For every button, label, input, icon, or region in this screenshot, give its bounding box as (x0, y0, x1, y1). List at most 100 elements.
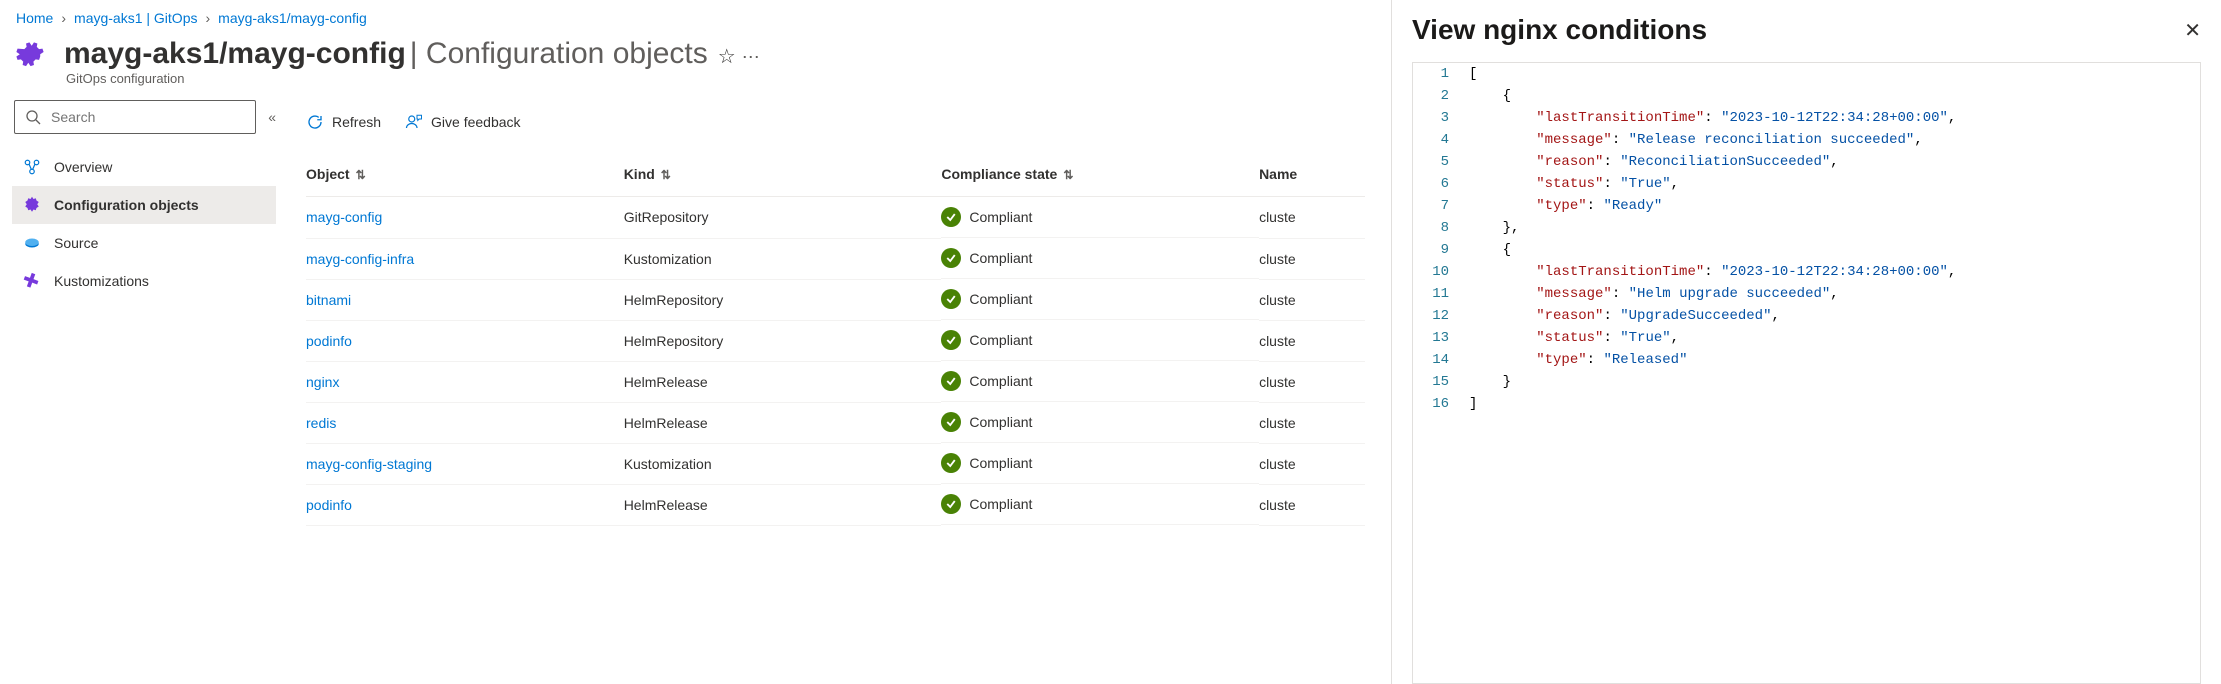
name-cell: cluste (1259, 320, 1365, 361)
line-number: 12 (1413, 305, 1461, 327)
object-link[interactable]: podinfo (306, 333, 352, 349)
give-feedback-button[interactable]: Give feedback (405, 113, 521, 131)
kind-cell: HelmRelease (624, 361, 942, 402)
kind-cell: Kustomization (624, 238, 942, 279)
line-number: 2 (1413, 85, 1461, 107)
sidebar-item-configuration-objects[interactable]: Configuration objects (12, 186, 276, 224)
line-number: 7 (1413, 195, 1461, 217)
chevron-right-icon: › (61, 10, 66, 26)
refresh-icon (306, 113, 324, 131)
compliance-cell: Compliant (941, 320, 1259, 361)
collapse-sidebar-icon[interactable]: « (268, 109, 276, 125)
sort-icon: ⇅ (1063, 168, 1073, 182)
refresh-button[interactable]: Refresh (306, 113, 381, 131)
success-check-icon (941, 494, 961, 514)
kind-cell: Kustomization (624, 443, 942, 484)
conditions-panel-title: View nginx conditions (1412, 14, 1707, 46)
sidebar-item-source[interactable]: Source (12, 224, 276, 262)
code-line: 14 "type": "Released" (1413, 349, 2200, 371)
column-header-compliance[interactable]: Compliance state⇅ (941, 152, 1259, 197)
table-row[interactable]: mayg-config-staging KustomizationComplian… (306, 443, 1365, 484)
kind-cell: GitRepository (624, 197, 942, 239)
code-line: 11 "message": "Helm upgrade succeeded", (1413, 283, 2200, 305)
config-icon (14, 36, 50, 72)
code-line: 15 } (1413, 371, 2200, 393)
object-link[interactable]: mayg-config-staging (306, 456, 432, 472)
search-icon (25, 109, 41, 125)
table-row[interactable]: bitnamiHelmRepositoryCompliantcluste (306, 279, 1365, 320)
search-input-wrapper[interactable] (14, 100, 256, 134)
table-row[interactable]: nginxHelmReleaseCompliantcluste (306, 361, 1365, 402)
page-subtitle: GitOps configuration (12, 71, 1365, 86)
chevron-right-icon: › (205, 10, 210, 26)
line-number: 4 (1413, 129, 1461, 151)
object-link[interactable]: mayg-config (306, 209, 382, 225)
sidebar-item-label: Kustomizations (54, 273, 149, 289)
success-check-icon (941, 453, 961, 473)
line-number: 11 (1413, 283, 1461, 305)
close-icon[interactable]: ✕ (2184, 18, 2201, 43)
code-line: 12 "reason": "UpgradeSucceeded", (1413, 305, 2200, 327)
line-number: 14 (1413, 349, 1461, 371)
object-link[interactable]: nginx (306, 374, 339, 390)
search-input[interactable] (49, 108, 245, 126)
name-cell: cluste (1259, 197, 1365, 239)
source-icon (22, 233, 42, 253)
table-row[interactable]: redisHelmReleaseCompliantcluste (306, 402, 1365, 443)
compliance-cell: Compliant (941, 484, 1259, 525)
column-header-object[interactable]: Object⇅ (306, 152, 624, 197)
code-line: 2 { (1413, 85, 2200, 107)
toolbar: Refresh Give feedback (306, 100, 1365, 144)
line-number: 16 (1413, 393, 1461, 415)
sidebar: « Overview Configuration objects (12, 100, 282, 684)
code-line: 10 "lastTransitionTime": "2023-10-12T22:… (1413, 261, 2200, 283)
code-line: 9 { (1413, 239, 2200, 261)
code-line: 1[ (1413, 63, 2200, 85)
config-objects-table: Object⇅ Kind⇅ Compliance state⇅ Name may… (306, 152, 1365, 526)
more-menu-icon[interactable]: ⋯ (742, 47, 762, 68)
kind-cell: HelmRepository (624, 320, 942, 361)
line-number: 3 (1413, 107, 1461, 129)
table-row[interactable]: mayg-config GitRepositoryCompliantcluste (306, 197, 1365, 239)
table-row[interactable]: mayg-config-infraKustomizationCompliantc… (306, 238, 1365, 279)
code-line: 13 "status": "True", (1413, 327, 2200, 349)
breadcrumb-home[interactable]: Home (16, 10, 53, 26)
column-header-name[interactable]: Name (1259, 152, 1365, 197)
feedback-icon (405, 113, 423, 131)
compliance-cell: Compliant (941, 443, 1259, 484)
compliance-cell: Compliant (941, 279, 1259, 320)
code-line: 6 "status": "True", (1413, 173, 2200, 195)
line-number: 10 (1413, 261, 1461, 283)
column-header-kind[interactable]: Kind⇅ (624, 152, 942, 197)
line-number: 8 (1413, 217, 1461, 239)
sidebar-item-overview[interactable]: Overview (12, 148, 276, 186)
sidebar-item-kustomizations[interactable]: Kustomizations (12, 262, 276, 300)
object-link[interactable]: bitnami (306, 292, 351, 308)
page-title-name: mayg-aks1/mayg-config (64, 37, 406, 71)
kind-cell: HelmRepository (624, 279, 942, 320)
sidebar-item-label: Overview (54, 159, 112, 175)
kind-cell: HelmRelease (624, 484, 942, 525)
page-header: mayg-aks1/mayg-config Configuration obje… (12, 36, 1365, 72)
object-link[interactable]: mayg-config-infra (306, 251, 414, 267)
line-number: 6 (1413, 173, 1461, 195)
name-cell: cluste (1259, 238, 1365, 279)
object-link[interactable]: redis (306, 415, 336, 431)
compliance-cell: Compliant (941, 361, 1259, 402)
conditions-json-viewer[interactable]: 1[2 {3 "lastTransitionTime": "2023-10-12… (1412, 62, 2201, 684)
code-line: 16] (1413, 393, 2200, 415)
table-row[interactable]: podinfo HelmRepositoryCompliantcluste (306, 320, 1365, 361)
favorite-star-icon[interactable]: ☆ (718, 44, 736, 69)
table-row[interactable]: podinfoHelmReleaseCompliantcluste (306, 484, 1365, 525)
compliance-cell: Compliant (941, 197, 1259, 238)
name-cell: cluste (1259, 443, 1365, 484)
breadcrumb: Home › mayg-aks1 | GitOps › mayg-aks1/ma… (12, 10, 1365, 26)
breadcrumb-config[interactable]: mayg-aks1/mayg-config (218, 10, 367, 26)
object-link[interactable]: podinfo (306, 497, 352, 513)
success-check-icon (941, 207, 961, 227)
sidebar-item-label: Source (54, 235, 98, 251)
success-check-icon (941, 371, 961, 391)
line-number: 13 (1413, 327, 1461, 349)
breadcrumb-cluster[interactable]: mayg-aks1 | GitOps (74, 10, 197, 26)
code-line: 4 "message": "Release reconciliation suc… (1413, 129, 2200, 151)
